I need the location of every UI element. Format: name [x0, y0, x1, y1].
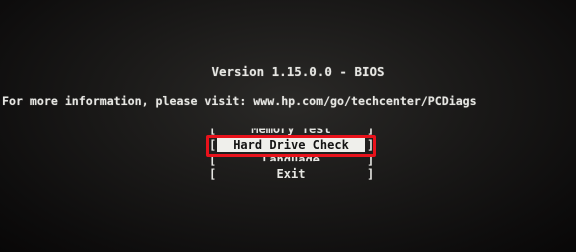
menu-item-label: Exit — [276, 167, 306, 182]
menu-item-exit[interactable]: [ Exit ] — [209, 167, 375, 182]
diagnostics-menu: [ Memory Test ] [ Hard Drive Check ] [ L… — [206, 122, 376, 182]
bracket-open: [ — [209, 152, 217, 167]
menu-item-label: Language — [262, 152, 320, 167]
menu-item-memory-test[interactable]: [ Memory Test ] — [209, 122, 373, 137]
bracket-close: ] — [367, 167, 375, 182]
bracket-open: [ — [209, 137, 217, 152]
info-text: For more information, please visit: www.… — [2, 94, 477, 108]
bracket-open: [ — [209, 122, 217, 137]
menu-item-language[interactable]: [ Language ] — [209, 152, 375, 168]
menu-item-label: Hard Drive Check — [217, 137, 365, 152]
menu-item-label: Memory Test — [251, 122, 331, 137]
bios-screen: Version 1.15.0.0 - BIOS For more informa… — [0, 0, 576, 252]
bracket-close: ] — [367, 137, 375, 152]
bracket-close: ] — [367, 122, 375, 137]
bracket-close: ] — [367, 152, 375, 167]
version-text: Version 1.15.0.0 - BIOS — [211, 64, 385, 79]
menu-item-hard-drive-check[interactable]: [ Hard Drive Check ] — [206, 134, 376, 157]
